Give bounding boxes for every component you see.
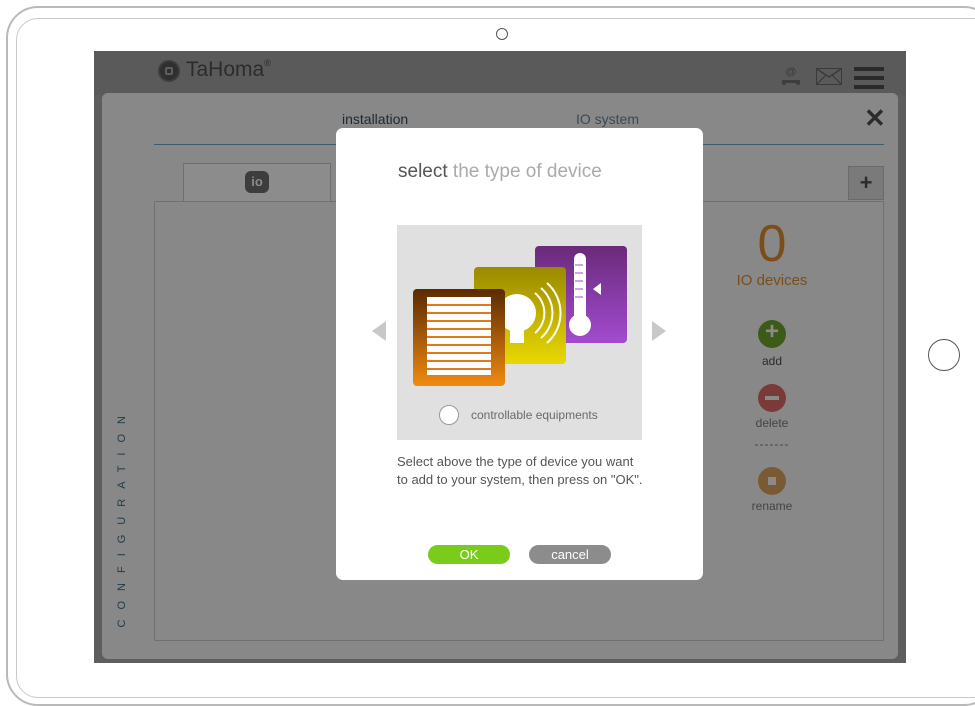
home-button[interactable] <box>928 339 960 371</box>
delete-label[interactable]: delete <box>744 416 800 430</box>
dialog-description: Select above the type of device you want… <box>397 454 643 487</box>
device-count: 0 <box>757 215 787 273</box>
top-bar: TaHoma® @ <box>94 51 906 95</box>
io-icon: io <box>245 171 269 193</box>
brand-mark: ® <box>264 58 271 68</box>
delete-icon[interactable] <box>758 384 786 412</box>
add-icon[interactable] <box>758 318 786 348</box>
actions-separator: ------- <box>754 437 790 451</box>
previous-arrow-icon[interactable] <box>372 321 386 341</box>
add-label[interactable]: add <box>752 354 792 368</box>
ok-button[interactable]: OK <box>428 545 510 564</box>
dialog-title-light: the type of device <box>447 161 602 182</box>
rename-icon[interactable] <box>758 467 786 495</box>
configuration-label: CONFIGURATION <box>116 406 128 628</box>
home-icon <box>158 60 180 82</box>
tab-installation[interactable]: installation <box>342 111 408 127</box>
device-type-radio[interactable] <box>439 405 459 425</box>
next-arrow-icon[interactable] <box>652 321 666 341</box>
hamburger-menu-icon[interactable] <box>854 67 884 89</box>
svg-text:@: @ <box>786 66 797 78</box>
device-count-label: IO devices <box>736 272 808 289</box>
brand-name: TaHoma <box>186 58 265 81</box>
dialog-title: select the type of device <box>398 161 602 183</box>
dialog-title-strong: select <box>398 161 448 182</box>
select-device-type-dialog: select the type of device controllable e… <box>336 128 703 580</box>
shutter-icon <box>413 289 505 386</box>
add-device-button[interactable]: + <box>848 166 884 200</box>
account-icon[interactable]: @ <box>779 65 803 90</box>
mail-icon[interactable] <box>816 68 842 85</box>
rename-label[interactable]: rename <box>740 499 804 513</box>
device-type-label[interactable]: controllable equipments <box>471 408 598 422</box>
camera-icon <box>496 28 508 40</box>
tab-io-system[interactable]: IO system <box>576 111 639 127</box>
close-icon[interactable]: ✕ <box>864 103 886 134</box>
device-type-card[interactable]: controllable equipments <box>397 225 642 440</box>
brand-logo: TaHoma® <box>186 58 271 82</box>
cancel-button[interactable]: cancel <box>529 545 611 564</box>
